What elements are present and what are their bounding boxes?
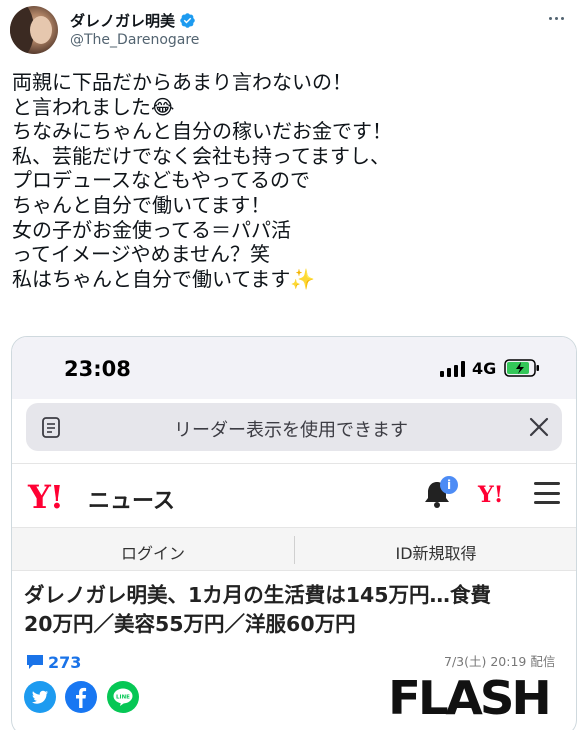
- article-date: 7/3(土) 20:19 配信: [444, 654, 556, 669]
- login-link: ログイン: [120, 544, 185, 563]
- publisher-logo: FLASH: [388, 671, 552, 725]
- tweet-line: プロデュースなどもやってるので: [12, 168, 310, 193]
- tweet-line: ちゃんと自分で働いてます！: [12, 192, 271, 217]
- verified-icon: [180, 13, 195, 28]
- author-name[interactable]: ダレノガレ明美: [70, 10, 175, 31]
- phone-status-bar: 23:08 4G: [12, 337, 576, 399]
- line-icon: LINE: [107, 681, 139, 713]
- author-handle[interactable]: @The_Darenogare: [70, 32, 199, 48]
- menu-icon: [534, 482, 560, 504]
- signal-icon: [440, 361, 465, 377]
- tweet-text: 両親に下品だからあまり言わないの！ と言われました😂 ちなみにちゃんと自分の稼い…: [12, 70, 567, 291]
- svg-text:LINE: LINE: [116, 695, 130, 701]
- network-type: 4G: [472, 359, 497, 378]
- headline-line-2: 20万円／美容55万円／洋服60万円: [24, 612, 356, 636]
- avatar[interactable]: [10, 6, 58, 54]
- reader-doc-icon: [42, 417, 60, 438]
- signup-link: ID新規取得: [395, 544, 477, 563]
- yahoo-news-header: Y! ニュース i Y!: [12, 463, 576, 527]
- reader-close-icon: [529, 417, 549, 437]
- author-name-row[interactable]: ダレノガレ明美: [70, 10, 196, 31]
- auth-bar: ログイン ID新規取得: [12, 527, 576, 571]
- comment-icon: [27, 655, 43, 669]
- yahoo-logo: Y!: [28, 478, 64, 516]
- tweet-line: 女の子がお金使ってる＝パパ活: [12, 217, 291, 242]
- reader-mode-bar: リーダー表示を使用できます: [26, 403, 562, 451]
- reader-mode-text: リーダー表示を使用できます: [174, 420, 408, 441]
- article-headline: ダレノガレ明美、1カ月の生活費は145万円…食費 20万円／美容55万円／洋服6…: [24, 581, 564, 639]
- facebook-icon: [65, 681, 97, 713]
- tweet-line: 私はちゃんと自分で働いてます✨: [12, 266, 316, 291]
- notification-badge: i: [440, 476, 458, 494]
- news-label: ニュース: [88, 489, 175, 514]
- comment-count: 273: [48, 653, 82, 672]
- tweet-media-image[interactable]: 23:08 4G リーダー表示を使用できます Y! ニュース i Y! ログイン…: [11, 336, 577, 730]
- more-icon[interactable]: [544, 8, 568, 28]
- tweet-line: 私、芸能だけでなく会社も持ってますし、: [12, 143, 390, 168]
- headline-line-1: ダレノガレ明美、1カ月の生活費は145万円…食費: [24, 583, 492, 607]
- tweet-line: ってイメージやめません？笑: [12, 242, 270, 267]
- tweet-header: ダレノガレ明美 @The_Darenogare: [10, 6, 570, 56]
- status-time: 23:08: [64, 357, 131, 381]
- tweet-line: ちなみにちゃんと自分の稼いだお金です！: [12, 119, 392, 144]
- twitter-icon: [24, 681, 56, 713]
- battery-icon: [504, 359, 539, 377]
- tweet-line: 両親に下品だからあまり言わないの！: [12, 70, 352, 94]
- yahoo-small-logo: Y!: [478, 482, 504, 508]
- tweet-line: と言われました😂: [12, 94, 175, 119]
